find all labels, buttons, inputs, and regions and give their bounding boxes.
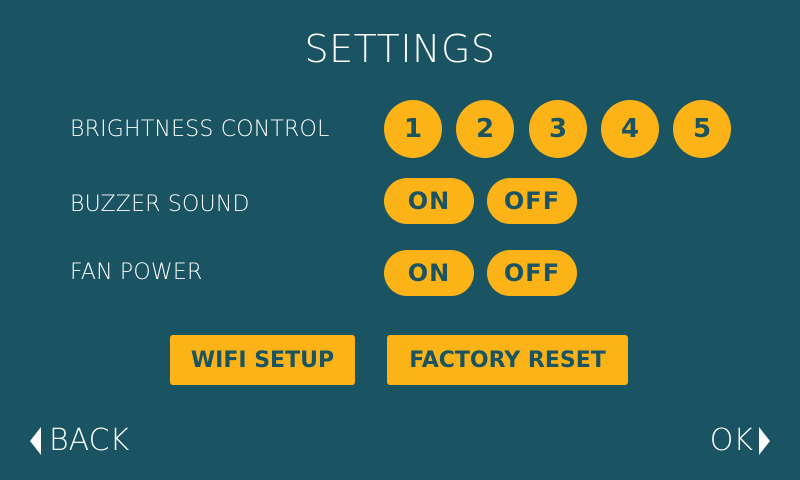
triangle-left-icon [30,427,41,455]
brightness-level-4-button[interactable]: 4 [601,100,659,158]
buzzer-sound-label: BUZZER SOUND [70,192,250,217]
fan-off-button[interactable]: OFF [487,250,577,296]
buzzer-off-button[interactable]: OFF [487,178,577,224]
ok-button[interactable]: OK [710,422,770,460]
fan-on-button[interactable]: ON [384,250,474,296]
back-label: BACK [49,423,130,458]
back-button[interactable]: BACK [30,422,129,460]
brightness-level-3-button[interactable]: 3 [529,100,587,158]
wifi-setup-button[interactable]: WIFI SETUP [170,335,355,385]
brightness-level-2-button[interactable]: 2 [456,100,514,158]
brightness-level-5-button[interactable]: 5 [673,100,731,158]
page-title: SETTINGS [304,27,496,71]
factory-reset-button[interactable]: FACTORY RESET [387,335,628,385]
brightness-level-1-button[interactable]: 1 [384,100,442,158]
fan-power-label: FAN POWER [70,260,203,285]
triangle-right-icon [759,427,770,455]
ok-label: OK [709,423,753,458]
buzzer-on-button[interactable]: ON [384,178,474,224]
brightness-label: BRIGHTNESS CONTROL [70,117,330,142]
